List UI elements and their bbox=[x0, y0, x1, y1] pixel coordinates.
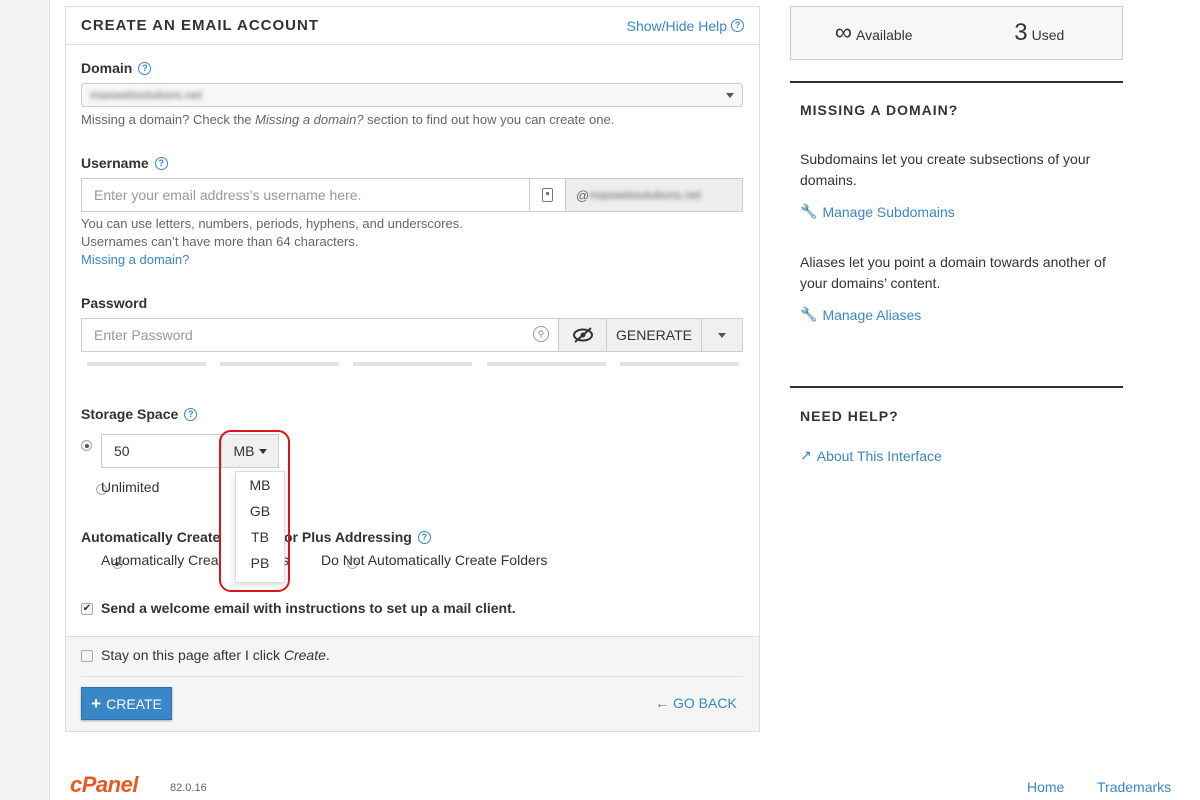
no-auto-create-folders-label: Do Not Automatically Create Folders bbox=[321, 552, 548, 568]
plus-addressing-label-start: Automatically Create bbox=[81, 529, 221, 545]
panel-header: CREATE AN EMAIL ACCOUNT Show/Hide Help ? bbox=[66, 7, 759, 45]
password-input[interactable]: Enter Password bbox=[81, 318, 559, 352]
username-at: @ bbox=[576, 187, 590, 203]
aliases-text: Aliases let you point a domain towards a… bbox=[800, 254, 1106, 291]
manage-subdomains-link[interactable]: 🔧 Manage Subdomains bbox=[800, 203, 955, 220]
domain-label-row: Domain ? bbox=[81, 60, 152, 76]
used-stat: 3 Used bbox=[957, 19, 1123, 47]
create-label: CREATE bbox=[106, 695, 162, 712]
eye-slash-icon bbox=[572, 327, 593, 343]
chevron-down-icon bbox=[726, 92, 734, 98]
arrow-left-icon: ← bbox=[655, 695, 669, 711]
about-interface-label: About This Interface bbox=[816, 447, 942, 464]
plus-addressing-help-icon[interactable]: ? bbox=[417, 530, 431, 544]
go-back-label: GO BACK bbox=[673, 695, 737, 711]
stay-label-text: Stay on this page after I click bbox=[101, 647, 284, 663]
domain-select[interactable]: maxwebsolutions.net bbox=[81, 83, 743, 107]
question-circle-icon: ? bbox=[731, 19, 744, 32]
sidebar-divider-2 bbox=[790, 386, 1123, 388]
welcome-email-checkbox[interactable]: ✔ bbox=[81, 603, 93, 615]
stay-label-em: Create bbox=[283, 647, 326, 663]
available-label: Available bbox=[856, 27, 913, 43]
strength-segment-4 bbox=[487, 362, 606, 366]
username-placeholder: Enter your email address’s username here… bbox=[94, 187, 362, 203]
storage-label: Storage Space bbox=[81, 406, 179, 422]
show-hide-help-label: Show/Hide Help bbox=[626, 17, 727, 34]
storage-unlimited-label: Unlimited bbox=[101, 479, 160, 495]
available-stat: ∞ Available bbox=[791, 19, 957, 47]
domain-help-suffix: section to find out how you can create o… bbox=[363, 112, 615, 127]
cpanel-version: 82.0.16 bbox=[170, 782, 207, 794]
wrench-icon: 🔧 bbox=[800, 203, 818, 219]
username-label: Username bbox=[81, 155, 149, 171]
create-button[interactable]: + CREATE bbox=[81, 687, 172, 720]
cpanel-logo: cPanel bbox=[70, 772, 138, 797]
missing-domain-title: MISSING A DOMAIN? bbox=[800, 102, 959, 118]
password-manager-icon: ⚲ bbox=[533, 326, 549, 342]
password-placeholder: Enter Password bbox=[94, 327, 193, 343]
footer-home-link[interactable]: Home bbox=[1027, 779, 1064, 795]
id-card-icon bbox=[542, 188, 553, 202]
username-input[interactable]: Enter your email address’s username here… bbox=[81, 178, 530, 212]
sidebar-divider-1 bbox=[790, 81, 1123, 83]
email-stats-box: ∞ Available 3 Used bbox=[790, 6, 1123, 60]
manage-aliases-label: Manage Aliases bbox=[822, 306, 922, 323]
used-label: Used bbox=[1031, 27, 1065, 43]
domain-help-icon[interactable]: ? bbox=[138, 61, 152, 75]
need-help-title: NEED HELP? bbox=[800, 408, 899, 424]
used-number: 3 bbox=[1014, 19, 1028, 46]
domain-label: Domain bbox=[81, 60, 133, 76]
username-domain-suffix: maxwebsolutions.net bbox=[589, 188, 702, 202]
stay-label-tail: . bbox=[325, 647, 330, 663]
strength-segment-2 bbox=[220, 362, 339, 366]
domain-select-value: maxwebsolutions.net bbox=[90, 88, 203, 102]
show-hide-help-link[interactable]: Show/Hide Help ? bbox=[627, 18, 744, 34]
generate-options-dropdown[interactable] bbox=[701, 318, 743, 352]
form-footer-divider bbox=[81, 676, 743, 677]
toggle-password-visibility-button[interactable] bbox=[558, 318, 607, 352]
strength-segment-3 bbox=[353, 362, 472, 366]
manage-subdomains-label: Manage Subdomains bbox=[822, 203, 955, 220]
username-domain-addon: @ maxwebsolutions.net bbox=[565, 178, 743, 212]
caret-down-icon bbox=[718, 332, 726, 338]
username-help-1: You can use letters, numbers, periods, h… bbox=[81, 216, 463, 231]
annotation-highlight-box bbox=[219, 430, 290, 592]
auto-create-folders-label: Automatically Crea bbox=[101, 552, 219, 568]
storage-quota-input[interactable]: 50 bbox=[101, 434, 222, 468]
storage-help-icon[interactable]: ? bbox=[184, 407, 198, 421]
footer-trademarks-link[interactable]: Trademarks bbox=[1097, 779, 1171, 795]
strength-segment-1 bbox=[87, 362, 206, 366]
plus-addressing-label-tail-row: or Plus Addressing ? bbox=[284, 529, 431, 545]
password-label: Password bbox=[81, 295, 148, 311]
domain-help-text: Missing a domain? Check the Missing a do… bbox=[81, 111, 614, 129]
missing-domain-link[interactable]: Missing a domain? bbox=[81, 252, 189, 267]
plus-addressing-label-end: or Plus Addressing bbox=[284, 529, 412, 545]
storage-quota-value: 50 bbox=[114, 443, 130, 459]
strength-segment-5 bbox=[620, 362, 739, 366]
storage-label-row: Storage Space ? bbox=[81, 406, 198, 422]
domain-help-prefix: Missing a domain? Check the bbox=[81, 112, 256, 127]
username-info-addon bbox=[529, 178, 566, 212]
available-number: ∞ bbox=[834, 19, 853, 46]
left-sidebar-strip bbox=[0, 0, 50, 800]
username-label-row: Username ? bbox=[81, 155, 168, 171]
plus-icon: + bbox=[91, 694, 102, 713]
external-link-icon: ↗ bbox=[800, 447, 812, 463]
about-interface-link[interactable]: ↗ About This Interface bbox=[800, 447, 942, 464]
go-back-link[interactable]: ← GO BACK bbox=[655, 695, 737, 711]
generate-password-button[interactable]: GENERATE bbox=[606, 318, 702, 352]
manage-aliases-link[interactable]: 🔧 Manage Aliases bbox=[800, 306, 921, 323]
panel-title: CREATE AN EMAIL ACCOUNT bbox=[81, 17, 319, 34]
stay-on-page-label: Stay on this page after I click Create. bbox=[101, 647, 330, 663]
stay-on-page-checkbox[interactable] bbox=[81, 650, 93, 662]
welcome-email-label: Send a welcome email with instructions t… bbox=[101, 600, 516, 616]
username-help-icon[interactable]: ? bbox=[154, 156, 168, 170]
domain-help-em: Missing a domain? bbox=[255, 112, 364, 127]
storage-quota-radio[interactable] bbox=[81, 440, 92, 451]
wrench-icon: 🔧 bbox=[800, 306, 818, 322]
username-help-2: Usernames can’t have more than 64 charac… bbox=[81, 234, 359, 249]
subdomains-text: Subdomains let you create subsections of… bbox=[800, 151, 1091, 188]
